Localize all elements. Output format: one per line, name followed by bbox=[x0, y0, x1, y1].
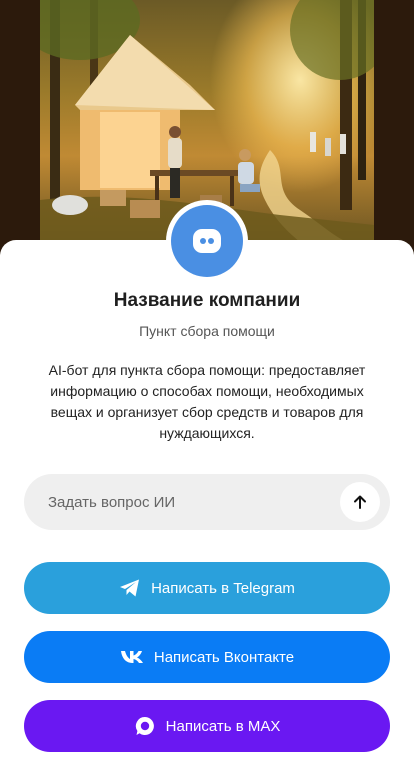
vk-icon bbox=[120, 650, 144, 664]
ask-ai-input[interactable] bbox=[24, 474, 340, 530]
telegram-icon bbox=[119, 578, 141, 598]
max-button[interactable]: Написать в MAX bbox=[24, 700, 390, 752]
vk-button[interactable]: Написать Вконтакте bbox=[24, 631, 390, 683]
chat-bubble-icon bbox=[193, 229, 221, 253]
company-name: Название компании bbox=[113, 290, 301, 311]
vk-button-label: Написать Вконтакте bbox=[153, 648, 295, 666]
max-button-label: Написать в MAX bbox=[165, 717, 281, 735]
arrow-up-icon bbox=[354, 495, 366, 509]
ask-ai-bar bbox=[24, 474, 390, 530]
telegram-button-label: Написать в Telegram bbox=[151, 579, 295, 597]
telegram-button[interactable]: Написать в Telegram bbox=[24, 562, 390, 614]
max-icon bbox=[134, 715, 156, 737]
send-button[interactable] bbox=[340, 482, 380, 522]
company-subtitle: Пункт сбора помощи bbox=[139, 323, 275, 339]
company-description: AI-бот для пункта сбора помощи: предоста… bbox=[48, 362, 366, 441]
avatar bbox=[166, 200, 248, 282]
chat-bot-avatar bbox=[171, 205, 243, 277]
